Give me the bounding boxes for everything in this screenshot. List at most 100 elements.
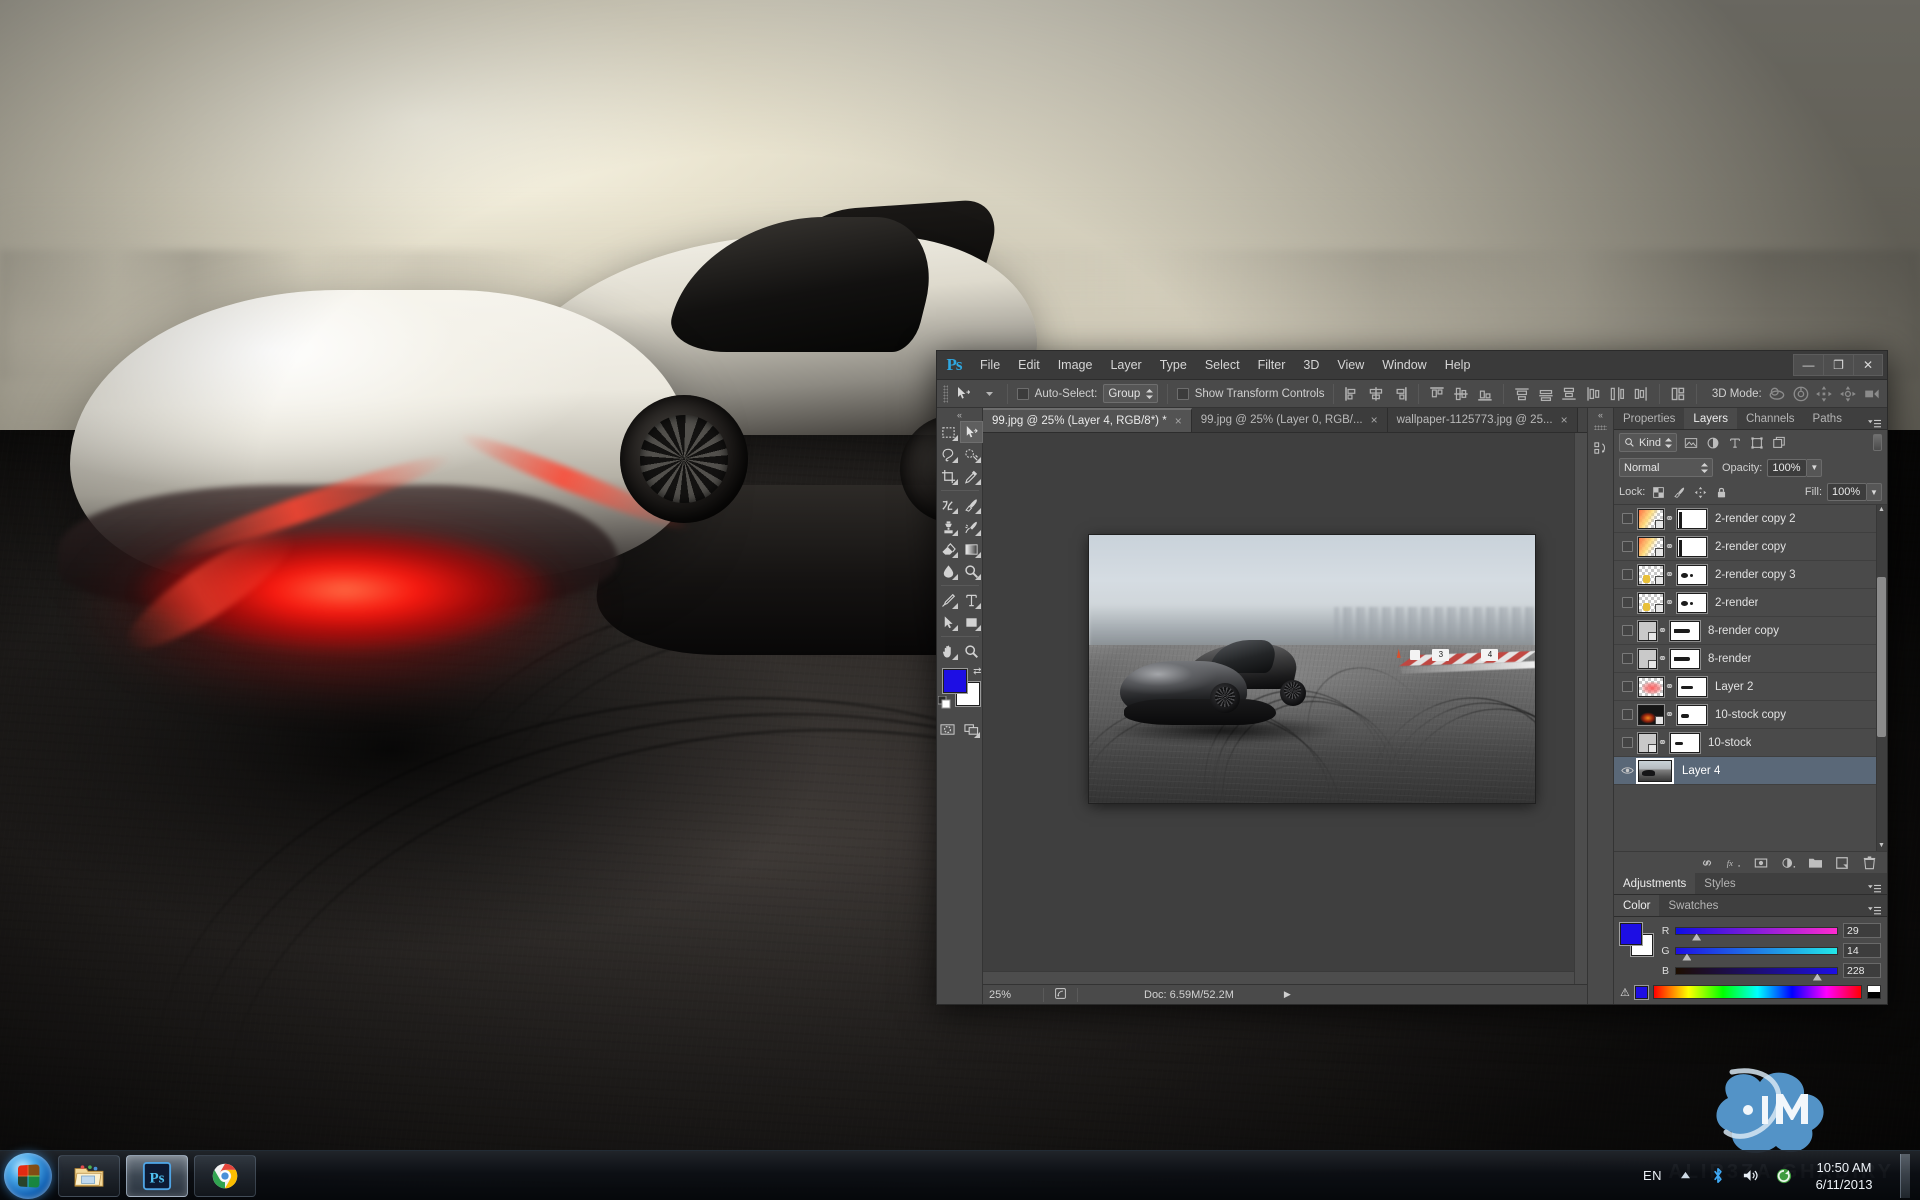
history-panel-icon[interactable] xyxy=(1589,436,1613,460)
table-row[interactable]: ⚭ Layer 2 xyxy=(1614,673,1887,701)
close-icon[interactable]: × xyxy=(1561,413,1568,427)
menu-3d[interactable]: 3D xyxy=(1294,353,1328,377)
tab-paths[interactable]: Paths xyxy=(1803,408,1851,429)
fill-field[interactable]: 100% xyxy=(1827,483,1867,501)
move-tool[interactable] xyxy=(959,421,983,443)
canvas-vertical-scrollbar[interactable] xyxy=(1574,433,1587,984)
options-bar-grip[interactable] xyxy=(943,384,948,403)
layer-visibility-toggle[interactable] xyxy=(1616,653,1638,664)
tab-properties[interactable]: Properties xyxy=(1614,408,1685,429)
tab-adjustments[interactable]: Adjustments xyxy=(1614,873,1696,894)
zoom-level-field[interactable]: 25% xyxy=(989,989,1033,1001)
start-button[interactable] xyxy=(4,1152,52,1199)
default-colors-icon[interactable] xyxy=(937,695,951,712)
align-right-edges-icon[interactable] xyxy=(1391,384,1409,403)
menu-type[interactable]: Type xyxy=(1151,353,1196,377)
filter-smart-objects-icon[interactable] xyxy=(1770,434,1787,451)
update-icon[interactable] xyxy=(1774,1166,1794,1186)
rectangle-tool[interactable] xyxy=(960,611,983,633)
layer-mask-thumbnail[interactable] xyxy=(1677,592,1707,613)
link-icon[interactable]: ⚭ xyxy=(1657,624,1668,637)
align-bottom-edges-icon[interactable] xyxy=(1476,384,1494,403)
toolbox-collapse-icon[interactable]: « xyxy=(937,408,982,421)
show-desktop-button[interactable] xyxy=(1900,1153,1910,1198)
layer-name[interactable]: Layer 4 xyxy=(1682,765,1720,777)
clone-stamp-tool[interactable] xyxy=(937,516,960,538)
layer-visibility-toggle[interactable] xyxy=(1616,513,1638,524)
table-row[interactable]: ⚭ 8-render xyxy=(1614,645,1887,673)
layer-list[interactable]: ⚭ 2-render copy 2 ⚭ 2-render copy ⚭ 2-re… xyxy=(1614,504,1887,851)
blue-value-field[interactable]: 228 xyxy=(1843,963,1881,978)
align-vertical-centers-icon[interactable] xyxy=(1452,384,1470,403)
menu-file[interactable]: File xyxy=(971,353,1009,377)
document-profile-icon[interactable] xyxy=(1054,987,1067,1003)
tool-preset-chevron-icon[interactable] xyxy=(980,384,998,403)
spot-healing-brush-tool[interactable] xyxy=(937,494,960,516)
delete-layer-button[interactable] xyxy=(1861,855,1877,871)
table-row[interactable]: ⚭ 2-render copy 3 xyxy=(1614,561,1887,589)
pen-tool[interactable] xyxy=(937,589,960,611)
align-horizontal-centers-icon[interactable] xyxy=(1367,384,1385,403)
lasso-tool[interactable] xyxy=(937,443,960,465)
layer-visibility-toggle[interactable] xyxy=(1616,709,1638,720)
tab-styles[interactable]: Styles xyxy=(1695,873,1745,894)
table-row[interactable]: Layer 4 xyxy=(1614,757,1887,785)
tab-layers[interactable]: Layers xyxy=(1684,408,1737,429)
link-icon[interactable]: ⚭ xyxy=(1664,680,1675,693)
panel-menu-icon[interactable] xyxy=(1862,906,1887,916)
green-slider-knob[interactable] xyxy=(1682,953,1692,961)
hand-tool[interactable] xyxy=(937,640,960,662)
link-icon[interactable]: ⚭ xyxy=(1664,596,1675,609)
blue-slider-track[interactable] xyxy=(1675,966,1838,981)
horizontal-type-tool[interactable] xyxy=(960,589,983,611)
close-button[interactable]: ✕ xyxy=(1853,353,1883,376)
link-icon[interactable]: ⚭ xyxy=(1664,568,1675,581)
3d-pan-icon[interactable] xyxy=(1815,384,1833,403)
scroll-down-arrow-icon[interactable]: ▼ xyxy=(1877,841,1886,851)
menu-help[interactable]: Help xyxy=(1436,353,1480,377)
layer-thumbnail[interactable] xyxy=(1638,536,1664,557)
document-tab-99-layer0[interactable]: 99.jpg @ 25% (Layer 0, RGB/... × xyxy=(1191,408,1388,432)
eraser-tool[interactable] xyxy=(937,538,960,560)
3d-scale-icon[interactable] xyxy=(1863,384,1881,403)
layer-mask-thumbnail[interactable] xyxy=(1677,536,1707,557)
status-expand-arrow-icon[interactable]: ▶ xyxy=(1284,989,1291,1000)
red-slider-track[interactable] xyxy=(1675,926,1838,941)
link-icon[interactable]: ⚭ xyxy=(1657,736,1668,749)
distribute-horizontal-centers-icon[interactable] xyxy=(1608,384,1626,403)
filter-adjustment-layers-icon[interactable] xyxy=(1704,434,1721,451)
menu-layer[interactable]: Layer xyxy=(1101,353,1150,377)
show-transform-controls-checkbox[interactable] xyxy=(1177,387,1189,400)
layer-visibility-toggle[interactable] xyxy=(1616,625,1638,636)
close-icon[interactable]: × xyxy=(1175,414,1182,428)
quick-selection-tool[interactable] xyxy=(960,443,983,465)
canvas-image[interactable]: 3 4 xyxy=(1089,535,1535,803)
lock-position-icon[interactable] xyxy=(1692,484,1708,500)
layer-mask-thumbnail[interactable] xyxy=(1677,704,1707,725)
photoshop-window[interactable]: Ps File Edit Image Layer Type Select Fil… xyxy=(936,350,1888,1005)
distribute-bottom-edges-icon[interactable] xyxy=(1560,384,1578,403)
show-hidden-icons-icon[interactable] xyxy=(1675,1166,1695,1186)
restore-button[interactable]: ❐ xyxy=(1823,353,1853,376)
add-layer-style-button[interactable]: fx xyxy=(1726,855,1742,871)
layer-visibility-toggle[interactable] xyxy=(1616,765,1638,776)
menu-window[interactable]: Window xyxy=(1373,353,1435,377)
layer-filter-kind-dropdown[interactable]: Kind xyxy=(1619,433,1678,452)
fill-stepper[interactable]: ▼ xyxy=(1867,483,1882,501)
color-panel-foreground-swatch[interactable] xyxy=(1620,923,1642,945)
out-of-gamut-warning-icon[interactable]: ⚠ xyxy=(1620,986,1630,999)
gradient-tool[interactable] xyxy=(960,538,983,560)
out-of-gamut-color-swatch[interactable] xyxy=(1634,985,1648,999)
blur-tool[interactable] xyxy=(937,560,960,582)
new-fill-adjustment-layer-button[interactable] xyxy=(1780,855,1796,871)
lock-image-pixels-icon[interactable] xyxy=(1671,484,1687,500)
table-row[interactable]: ⚭ 10-stock copy xyxy=(1614,701,1887,729)
blend-mode-dropdown[interactable]: Normal xyxy=(1619,458,1713,477)
layer-mask-thumbnail[interactable] xyxy=(1670,620,1700,641)
link-layers-button[interactable] xyxy=(1699,855,1715,871)
layer-thumbnail[interactable] xyxy=(1638,592,1664,613)
auto-select-checkbox[interactable] xyxy=(1017,387,1029,400)
blue-slider-knob[interactable] xyxy=(1812,973,1822,981)
add-layer-mask-button[interactable] xyxy=(1753,855,1769,871)
tab-swatches[interactable]: Swatches xyxy=(1659,895,1728,916)
